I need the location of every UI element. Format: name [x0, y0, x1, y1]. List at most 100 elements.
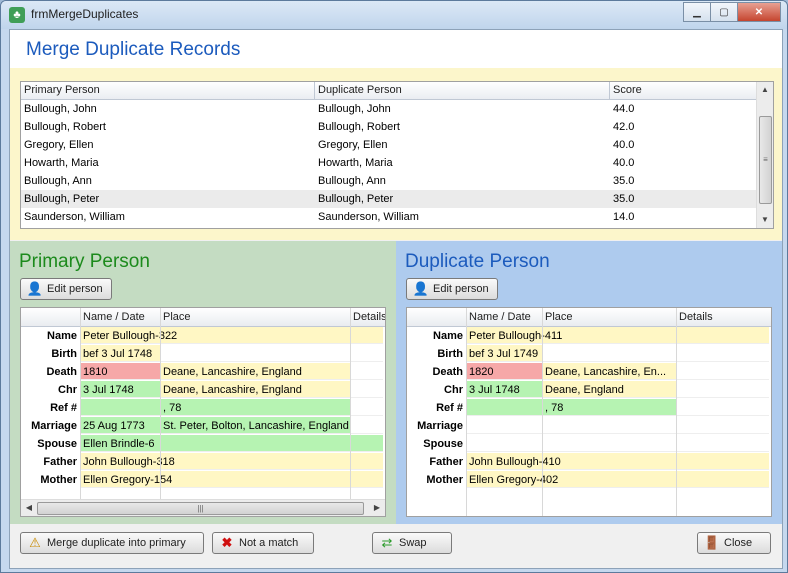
merge-duplicate-button[interactable]: ⚠ Merge duplicate into primary: [20, 532, 204, 554]
list-row[interactable]: Saunderson, William Saunderson, William 14…: [21, 208, 756, 226]
place-cell[interactable]: Deane, Lancashire, England: [161, 363, 351, 380]
name-date-cell[interactable]: Ellen Brindle-6: [81, 435, 383, 452]
grid-row-marriage[interactable]: Marriage: [407, 417, 771, 435]
place-cell[interactable]: Deane, Lancashire, England: [161, 381, 351, 398]
scroll-down-icon[interactable]: ▼: [757, 212, 773, 228]
grid-header-place[interactable]: Place: [163, 311, 191, 323]
grid-row-ref[interactable]: Ref # , 78: [407, 399, 771, 417]
close-window-button[interactable]: ✕: [737, 2, 781, 22]
grid-header-details[interactable]: Details: [679, 311, 713, 323]
scroll-up-icon[interactable]: ▲: [757, 82, 773, 98]
list-row[interactable]: Gregory, Ellen Gregory, Ellen 40.0: [21, 136, 756, 154]
name-date-cell[interactable]: 3 Jul 1748: [81, 381, 161, 398]
list-row[interactable]: Bullough, John Bullough, John 44.0: [21, 100, 756, 118]
column-header-duplicate[interactable]: Duplicate Person: [318, 84, 402, 96]
not-a-match-button[interactable]: ✖ Not a match: [212, 532, 314, 554]
grid-row-label: Father: [429, 456, 463, 468]
scroll-left-icon[interactable]: ◀: [21, 500, 37, 516]
hscroll-thumb[interactable]: |||: [37, 502, 364, 515]
place-cell[interactable]: [543, 435, 677, 452]
name-date-cell[interactable]: John Bullough-318: [81, 453, 383, 470]
duplicate-person-grid[interactable]: Name / Date Place Details Name Peter Bull…: [406, 307, 772, 517]
name-date-cell[interactable]: 3 Jul 1748: [467, 381, 543, 398]
name-date-cell[interactable]: Peter Bullough-322: [81, 327, 383, 344]
edit-primary-person-button[interactable]: 👤 Edit person: [20, 278, 112, 300]
list-scrollbar[interactable]: ▲ ≡ ▼: [756, 82, 773, 228]
name-date-cell[interactable]: 1820: [467, 363, 543, 380]
grid-row-mother[interactable]: Mother Ellen Gregory-402: [407, 471, 771, 489]
not-a-match-label: Not a match: [239, 537, 299, 549]
grid-row-death[interactable]: Death 1820 Deane, Lancashire, En...: [407, 363, 771, 381]
details-cell[interactable]: [351, 363, 383, 380]
list-row[interactable]: Bullough, Robert Bullough, Robert 42.0: [21, 118, 756, 136]
details-cell[interactable]: [677, 363, 769, 380]
duplicate-person-panel: Duplicate Person 👤 Edit person Name / Da…: [396, 241, 782, 524]
grid-row-chr[interactable]: Chr 3 Jul 1748 Deane, Lancashire, England: [21, 381, 385, 399]
grid-row-marriage[interactable]: Marriage 25 Aug 1773 St. Peter, Bolton, La…: [21, 417, 385, 435]
grid-header-name-date[interactable]: Name / Date: [469, 311, 531, 323]
duplicates-list[interactable]: Primary Person Duplicate Person Score Bu…: [20, 81, 774, 229]
place-cell[interactable]: Deane, England: [543, 381, 677, 398]
list-row[interactable]: Bullough, Ann Bullough, Ann 35.0: [21, 172, 756, 190]
place-cell[interactable]: [161, 345, 351, 362]
scroll-right-icon[interactable]: ▶: [369, 500, 385, 516]
scroll-thumb[interactable]: ≡: [759, 116, 772, 204]
primary-grid-hscrollbar[interactable]: ◀ ||| ▶: [21, 499, 385, 516]
place-cell[interactable]: St. Peter, Bolton, Lancashire, England: [161, 417, 351, 434]
swap-button[interactable]: ⇄ Swap: [372, 532, 452, 554]
name-date-cell[interactable]: [467, 435, 543, 452]
grid-row-mother[interactable]: Mother Ellen Gregory-154: [21, 471, 385, 489]
list-row[interactable]: Bullough, Peter Bullough, Peter 35.0: [21, 190, 756, 208]
grid-header-details[interactable]: Details: [353, 311, 385, 323]
grid-row-chr[interactable]: Chr 3 Jul 1748 Deane, England: [407, 381, 771, 399]
details-cell[interactable]: [677, 417, 769, 434]
grid-row-spouse[interactable]: Spouse Ellen Brindle-6: [21, 435, 385, 453]
name-date-cell[interactable]: Ellen Gregory-154: [81, 471, 383, 488]
place-cell[interactable]: [543, 345, 677, 362]
close-button[interactable]: 🚪 Close: [697, 532, 771, 554]
name-date-cell[interactable]: 25 Aug 1773: [81, 417, 161, 434]
name-date-cell[interactable]: [81, 399, 161, 416]
name-date-cell[interactable]: Ellen Gregory-402: [467, 471, 769, 488]
maximize-button[interactable]: ▢: [710, 2, 738, 22]
details-cell[interactable]: [351, 381, 383, 398]
grid-row-father[interactable]: Father John Bullough-318: [21, 453, 385, 471]
place-cell[interactable]: [543, 417, 677, 434]
grid-row-name[interactable]: Name Peter Bullough-411: [407, 327, 771, 345]
score-cell: 44.0: [613, 103, 635, 115]
grid-row-ref[interactable]: Ref # , 78: [21, 399, 385, 417]
column-header-score[interactable]: Score: [613, 84, 642, 96]
grid-row-name[interactable]: Name Peter Bullough-322: [21, 327, 385, 345]
details-cell[interactable]: [351, 399, 383, 416]
details-cell[interactable]: [351, 417, 383, 434]
primary-person-grid[interactable]: Name / Date Place Details Name Peter Bull…: [20, 307, 386, 517]
grid-row-birth[interactable]: Birth bef 3 Jul 1748: [21, 345, 385, 363]
name-date-cell[interactable]: John Bullough-410: [467, 453, 769, 470]
name-date-cell[interactable]: 1810: [81, 363, 161, 380]
grid-row-father[interactable]: Father John Bullough-410: [407, 453, 771, 471]
grid-row-birth[interactable]: Birth bef 3 Jul 1749: [407, 345, 771, 363]
place-cell[interactable]: Deane, Lancashire, En...: [543, 363, 677, 380]
grid-header-name-date[interactable]: Name / Date: [83, 311, 145, 323]
name-date-cell[interactable]: Peter Bullough-411: [467, 327, 769, 344]
minimize-button[interactable]: ▁: [683, 2, 711, 22]
details-cell[interactable]: [677, 345, 769, 362]
grid-header-place[interactable]: Place: [545, 311, 573, 323]
details-cell[interactable]: [677, 435, 769, 452]
place-cell[interactable]: , 78: [161, 399, 351, 416]
score-cell: 14.0: [613, 211, 635, 223]
details-cell[interactable]: [351, 345, 383, 362]
list-row[interactable]: Howarth, Maria Howarth, Maria 40.0: [21, 154, 756, 172]
name-date-cell[interactable]: bef 3 Jul 1748: [81, 345, 161, 362]
details-cell[interactable]: [677, 381, 769, 398]
details-cell[interactable]: [677, 399, 769, 416]
name-date-cell[interactable]: [467, 399, 543, 416]
grid-row-death[interactable]: Death 1810 Deane, Lancashire, England: [21, 363, 385, 381]
edit-duplicate-person-button[interactable]: 👤 Edit person: [406, 278, 498, 300]
grid-row-spouse[interactable]: Spouse: [407, 435, 771, 453]
name-date-cell[interactable]: bef 3 Jul 1749: [467, 345, 543, 362]
name-date-cell[interactable]: [467, 417, 543, 434]
place-cell[interactable]: , 78: [543, 399, 677, 416]
column-header-primary[interactable]: Primary Person: [24, 84, 100, 96]
primary-person-title: Primary Person: [19, 251, 150, 272]
